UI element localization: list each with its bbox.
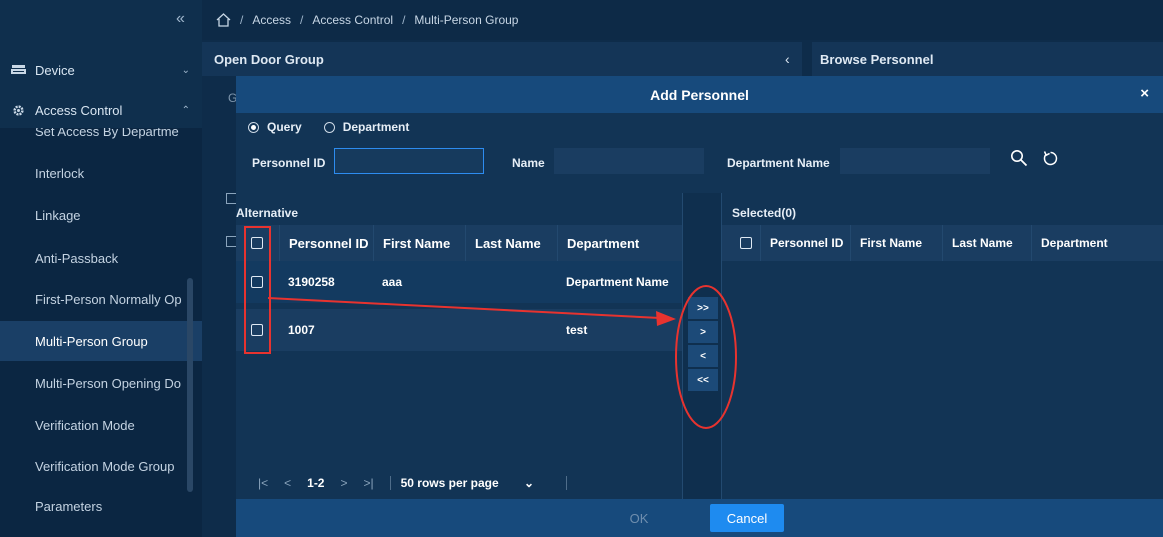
sidebar-item-linkage[interactable]: Linkage (0, 195, 202, 235)
selected-title: Selected(0) (732, 206, 797, 220)
move-all-right-button[interactable]: >> (688, 297, 718, 319)
column-header[interactable]: Last Name (465, 225, 556, 261)
menu-access-control-label: Access Control (35, 102, 123, 118)
sidebar: « Device ⌄ Access Control ⌃ Set Access B… (0, 0, 202, 537)
cell-department: Department Name (566, 275, 669, 289)
reset-icon[interactable] (1042, 150, 1059, 170)
breadcrumb-access-control[interactable]: Access Control (312, 13, 393, 27)
cell-personnel-id: 3190258 (288, 275, 335, 289)
column-header[interactable]: Department (557, 225, 682, 261)
sidebar-item-set-access-by-department[interactable]: Set Access By Departme (0, 128, 202, 143)
breadcrumb: / Access / Access Control / Multi-Person… (202, 0, 1163, 40)
column-header[interactable]: Personnel ID (279, 225, 376, 261)
search-mode-radio-group: Query Department (236, 113, 1163, 141)
radio-query-label: Query (267, 120, 302, 134)
device-icon (10, 64, 26, 76)
radio-department[interactable]: Department (323, 120, 410, 134)
sidebar-item-multi-person-group[interactable]: Multi-Person Group (0, 321, 202, 361)
chevron-left-icon[interactable]: ‹ (785, 51, 790, 67)
access-control-submenu: Set Access By Departme Interlock Linkage… (0, 128, 202, 537)
sidebar-item-parameters[interactable]: Parameters (0, 486, 202, 526)
sidebar-item-verification-mode-group[interactable]: Verification Mode Group (0, 446, 202, 486)
add-personnel-dialog: Add Personnel × Query Department Personn… (236, 76, 1163, 537)
next-page-button[interactable]: > (340, 476, 347, 490)
column-header[interactable]: Personnel ID (760, 225, 852, 261)
transfer-buttons: >> > < << (682, 193, 722, 499)
move-all-left-button[interactable]: << (688, 369, 718, 391)
annotation-highlight-checkboxes (244, 226, 271, 354)
selected-table-header: Personnel ID First Name Last Name Depart… (722, 225, 1163, 261)
department-name-label: Department Name (727, 156, 830, 170)
chevron-up-icon: ⌃ (181, 104, 190, 116)
cell-last-name (465, 309, 474, 351)
table-row[interactable]: 1007 test (236, 309, 682, 351)
select-all-cell (730, 225, 760, 261)
pagination: |< < 1-2 > >| 50 rows per page ⌄ (258, 472, 577, 494)
dialog-header: Add Personnel × (236, 76, 1163, 113)
department-name-input[interactable] (840, 148, 990, 174)
menu-device-label: Device (35, 62, 75, 78)
first-page-button[interactable]: |< (258, 476, 268, 490)
open-door-group-header: Open Door Group (202, 42, 802, 76)
column-header[interactable]: First Name (373, 225, 465, 261)
table-row[interactable]: 3190258 aaa Department Name (236, 261, 682, 303)
sidebar-scrollbar[interactable] (187, 278, 193, 492)
radio-department-label: Department (342, 120, 410, 134)
sidebar-item-first-person[interactable]: First-Person Normally Op (0, 279, 202, 319)
cell-personnel-id: 1007 (288, 323, 315, 337)
sidebar-item-interlock[interactable]: Interlock (0, 153, 202, 193)
breadcrumb-separator: / (300, 13, 304, 27)
pager-divider (389, 476, 391, 490)
breadcrumb-access[interactable]: Access (252, 13, 291, 27)
breadcrumb-separator: / (402, 13, 406, 27)
column-header[interactable]: Department (1031, 225, 1163, 261)
move-right-button[interactable]: > (688, 321, 718, 343)
radio-query-indicator[interactable] (248, 121, 259, 133)
cancel-button[interactable]: Cancel (710, 504, 784, 532)
sidebar-item-anti-passback[interactable]: Anti-Passback (0, 238, 202, 278)
personnel-id-input[interactable] (334, 148, 484, 174)
selected-panel: Selected(0) Personnel ID First Name Last… (722, 193, 1163, 499)
cell-last-name (465, 261, 474, 303)
name-input[interactable] (554, 148, 704, 174)
alternative-panel: Alternative Personnel ID First Name Last… (236, 193, 682, 499)
gear-icon (10, 104, 26, 117)
radio-query[interactable]: Query (248, 120, 302, 134)
chevron-down-icon: ⌄ (524, 476, 535, 490)
sidebar-item-verification-mode[interactable]: Verification Mode (0, 405, 202, 445)
prev-page-button[interactable]: < (284, 476, 291, 490)
column-header[interactable]: First Name (850, 225, 942, 261)
browse-personnel-header: Browse Personnel (812, 42, 1163, 76)
cell-first-name (373, 309, 382, 351)
breadcrumb-multi-person-group: Multi-Person Group (414, 13, 519, 27)
column-header[interactable]: Last Name (942, 225, 1030, 261)
name-label: Name (512, 156, 545, 170)
search-icon[interactable] (1010, 149, 1028, 170)
select-all-checkbox[interactable] (740, 237, 752, 249)
ok-button[interactable]: OK (610, 504, 668, 532)
sidebar-item-multi-person-opening[interactable]: Multi-Person Opening Do (0, 363, 202, 403)
pager-divider (566, 476, 568, 490)
last-page-button[interactable]: >| (364, 476, 374, 490)
rows-per-page-select[interactable]: 50 rows per page ⌄ (401, 476, 550, 490)
alternative-title: Alternative (236, 206, 299, 220)
page-range: 1-2 (307, 476, 325, 490)
rows-per-page-value: 50 rows per page (400, 476, 499, 490)
collapse-sidebar-icon[interactable]: « (176, 10, 185, 28)
dialog-footer: OK Cancel (236, 499, 1163, 537)
alternative-table-header: Personnel ID First Name Last Name Depart… (236, 225, 682, 261)
dialog-title: Add Personnel (650, 86, 749, 103)
menu-device[interactable]: Device ⌄ (0, 52, 202, 88)
cell-department: test (566, 323, 588, 337)
radio-department-indicator[interactable] (323, 121, 335, 133)
home-icon[interactable] (216, 13, 231, 27)
chevron-down-icon: ⌄ (181, 64, 190, 76)
cell-first-name: aaa (382, 275, 403, 289)
move-left-button[interactable]: < (688, 345, 718, 367)
breadcrumb-separator: / (240, 13, 244, 27)
menu-access-control[interactable]: Access Control ⌃ (0, 92, 202, 128)
personnel-id-label: Personnel ID (252, 156, 326, 170)
close-icon[interactable]: × (1140, 85, 1149, 102)
